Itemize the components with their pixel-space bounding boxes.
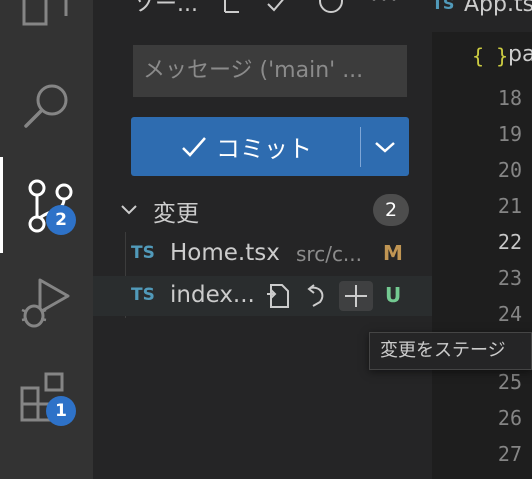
status-modified: M xyxy=(383,241,403,265)
more-actions-icon[interactable] xyxy=(369,0,399,8)
typescript-file-icon: TS xyxy=(432,0,455,13)
line-number: 21 xyxy=(497,194,522,218)
file-name: Home.tsx xyxy=(170,240,280,266)
check-icon[interactable] xyxy=(265,0,289,18)
chevron-down-icon xyxy=(375,141,395,153)
typescript-file-icon: TS xyxy=(131,243,155,263)
open-file-icon xyxy=(267,284,289,308)
line-number: 25 xyxy=(497,370,522,394)
breadcrumb: { } pa xyxy=(432,32,532,80)
extensions-icon xyxy=(20,372,64,422)
commit-button[interactable]: コミット xyxy=(131,117,361,176)
editor-tab-label[interactable]: App.tsx xyxy=(464,0,532,17)
file-row-home[interactable]: TS Home.tsx src/c... M xyxy=(93,234,432,274)
run-debug-activity[interactable] xyxy=(0,262,93,342)
files-icon xyxy=(22,0,68,26)
sidebar-header: ソー... xyxy=(93,0,432,20)
search-icon xyxy=(24,84,68,128)
file-path: src/c... xyxy=(296,242,363,266)
line-number: 19 xyxy=(497,122,522,146)
search-activity[interactable] xyxy=(0,66,93,146)
line-number: 24 xyxy=(497,302,522,326)
editor-tab-bar: TS App.tsx xyxy=(432,0,532,32)
checkmark-icon xyxy=(182,136,206,157)
scm-badge: 2 xyxy=(46,205,76,235)
changes-section-label: 変更 xyxy=(153,201,199,227)
editor-area: TS App.tsx { } pa 18 19 20 21 22 23 24 2… xyxy=(432,0,532,479)
source-control-activity[interactable]: 2 xyxy=(0,166,93,246)
plus-icon xyxy=(345,285,367,307)
line-number: 26 xyxy=(497,406,522,430)
chevron-down-icon xyxy=(121,205,137,215)
activity-bar: 2 1 xyxy=(0,0,93,479)
extensions-activity[interactable]: 1 xyxy=(0,358,93,438)
tree-view-icon[interactable] xyxy=(221,0,243,18)
discard-icon xyxy=(307,284,324,307)
breadcrumb-item[interactable]: pa xyxy=(508,42,532,67)
line-number-current: 22 xyxy=(497,230,522,254)
typescript-file-icon: TS xyxy=(131,285,155,305)
status-untracked: U xyxy=(385,283,402,307)
extensions-badge: 1 xyxy=(46,396,76,426)
commit-label: コミット xyxy=(216,135,312,163)
file-row-index[interactable]: TS index... U xyxy=(93,276,432,316)
vscode-window: 2 1 ソー... メッセージ ('main' ... コミット 変更 2 TS… xyxy=(0,0,532,479)
refresh-icon[interactable] xyxy=(317,0,345,18)
line-number: 20 xyxy=(497,158,522,182)
source-control-icon xyxy=(28,179,73,233)
run-debug-icon xyxy=(21,278,70,328)
json-braces-icon: { } xyxy=(472,44,509,68)
explorer-activity[interactable] xyxy=(0,0,93,50)
stage-changes-tooltip: 変更をステージ xyxy=(369,332,532,370)
source-control-sidebar: ソー... メッセージ ('main' ... コミット 変更 2 TS Hom… xyxy=(93,0,432,479)
stage-changes-button[interactable] xyxy=(339,281,373,311)
open-file-button[interactable] xyxy=(263,281,293,311)
commit-button-group: コミット xyxy=(131,117,409,176)
commit-dropdown-button[interactable] xyxy=(361,117,409,176)
line-number: 23 xyxy=(497,266,522,290)
commit-message-input[interactable]: メッセージ ('main' ... xyxy=(133,45,407,97)
changes-count-badge: 2 xyxy=(373,194,409,226)
changes-section-header[interactable]: 変更 2 xyxy=(93,190,432,230)
line-number: 18 xyxy=(497,86,522,110)
file-name: index... xyxy=(170,282,255,308)
sidebar-title: ソー... xyxy=(133,0,198,17)
line-number: 27 xyxy=(497,442,522,466)
discard-changes-button[interactable] xyxy=(301,281,331,311)
